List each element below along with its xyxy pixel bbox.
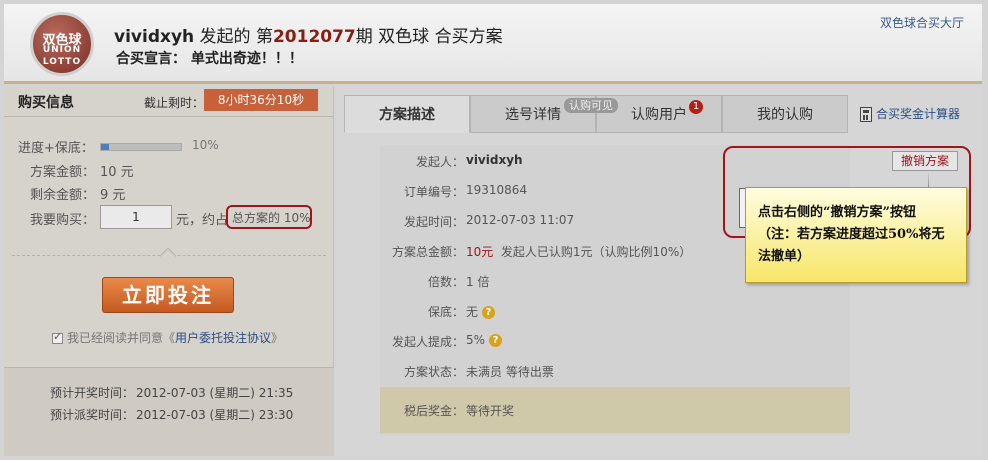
prize-calculator-link[interactable]: 合买奖金计算器 [860,105,960,122]
agree-checkbox[interactable] [52,330,63,344]
detail-value: vividxyh [466,153,523,167]
tab-description[interactable]: 方案描述 [344,95,470,133]
tax-key: 税后奖金： [403,404,464,418]
help-icon[interactable]: ? [482,306,496,319]
remaining-label: 剩余金额： [30,188,96,203]
progress-bar [100,143,182,151]
calculator-label: 合买奖金计算器 [876,107,961,121]
amount-label: 方案金额： [30,165,96,180]
payout-time-label: 预计派奖时间： [50,408,135,422]
detail-value: 5%? [466,333,503,347]
declaration-text: 单式出奇迹！！！ [190,51,303,67]
after-tax-prize-row: 税后奖金： 等待开奖 [380,387,850,433]
callout-line1: 点击右侧的“撤销方案”按钮 [758,205,916,220]
detail-value: 1 倍 [466,275,490,289]
subscriber-count-badge: 1 [689,100,703,114]
initiated-text: 发起的 [199,27,251,47]
calculator-icon [860,107,872,122]
detail-row-guarantee: 保底： 无? [380,295,850,325]
buy-amount-input[interactable] [100,205,172,229]
detail-value: 无? [466,303,496,320]
lottery-name: 双色球 合买方案 [378,27,503,47]
detail-key: 发起时间： [403,215,464,229]
amount-value: 10 元 [100,165,134,180]
detail-key: 发起人提成： [391,335,464,349]
initiator-name: vividxyh [114,27,195,47]
guarantee-value: 无 [466,305,479,319]
issue-suffix: 期 [355,27,373,47]
remaining-value: 9 元 [100,188,126,203]
detail-row-commission: 发起人提成： 5%? [380,325,850,355]
draw-info: 预计开奖时间： 2012-07-03 (星期二) 21:35 预计派奖时间： 2… [4,367,334,456]
divider-notch [159,247,177,265]
progress-fill [101,144,109,150]
page: 双色球 UNION LOTTO vividxyh 发起的 第2012077期 双… [0,0,988,460]
visible-after-subscribe-badge: 认购可见 [564,98,618,113]
union-lotto-logo: 双色球 UNION LOTTO [30,12,94,76]
purchase-panel: 购买信息 截止剩时： 8小时36分10秒 进度+保底： 10% 方案金额： 10… [4,87,334,456]
payout-time-value: 2012-07-03 (星期二) 23:30 [136,408,294,422]
tab-bar: 方案描述 选号详情 认购用户 1 我的认购 认购可见 [344,95,848,133]
highlight-share-circle [226,205,312,229]
commission-value: 5% [466,333,486,347]
progress-text: 10% [192,138,219,152]
total-amount-note: 发起人已认购1元（认购比例10%） [500,245,692,259]
page-title: vividxyh 发起的 第2012077期 双色球 合买方案 [114,22,503,47]
detail-value: 2012-07-03 11:07 [466,213,575,227]
countdown-badge: 8小时36分10秒 [204,89,318,111]
help-icon[interactable]: ? [489,334,503,347]
agreement-link[interactable]: 用户委托投注协议 [175,331,271,345]
agree-suffix: 》 [271,331,284,345]
purchase-title: 购买信息 [18,95,74,111]
detail-key: 倍数： [427,275,464,289]
detail-key: 方案状态： [403,365,464,379]
detail-key: 发起人： [415,155,464,169]
deadline-label: 截止剩时： [144,96,205,110]
detail-row-status: 方案状态： 未满员 等待出票 [380,355,850,385]
callout-pointer [928,172,929,188]
tax-value: 等待开奖 [466,404,515,418]
cancel-hint-callout: 点击右侧的“撤销方案”按钮 （注：若方案进度超过50%将无法撤单） [745,187,967,283]
tab-description-label: 方案描述 [379,107,435,123]
bet-now-button[interactable]: 立即投注 [102,277,234,313]
total-amount: 10元 [466,245,494,259]
declaration: 合买宣言： 单式出奇迹！！！ [116,48,303,68]
tab-my-subscription[interactable]: 我的认购 [722,95,848,133]
detail-value: 19310864 [466,183,528,197]
detail-value: 10元 发起人已认购1元（认购比例10%） [466,243,691,260]
draw-time-label: 预计开奖时间： [50,386,135,400]
logo-line3: LOTTO [42,57,82,67]
issue-number: 2012077 [272,27,356,47]
logo-line2: UNION [42,45,82,55]
agree-prefix: 我已经阅读并同意《 [67,331,176,345]
header: 双色球 UNION LOTTO vividxyh 发起的 第2012077期 双… [4,4,982,84]
detail-key: 保底： [427,305,464,319]
tab-my-subscription-label: 我的认购 [757,107,813,123]
agreement: 我已经阅读并同意《用户委托投注协议》 [52,329,283,346]
tab-number-details-label: 选号详情 [505,107,561,123]
buy-label: 我要购买： [30,213,96,228]
tab-subscribers-label: 认购用户 [631,107,687,123]
callout-line2: （注：若方案进度超过50%将无法撤单） [758,227,945,264]
draw-time-value: 2012-07-03 (星期二) 21:35 [136,386,294,400]
detail-key: 方案总金额： [391,245,464,259]
buy-unit: 元，约占 [176,213,229,228]
issue-prefix: 第 [255,27,273,47]
purchase-panel-header: 购买信息 截止剩时： 8小时36分10秒 [4,87,333,117]
hall-link[interactable]: 双色球合买大厅 [880,14,964,31]
declaration-label: 合买宣言： [116,51,186,67]
detail-key: 订单编号： [403,185,464,199]
cancel-scheme-button[interactable]: 撤销方案 [892,151,958,171]
progress-label: 进度+保底： [18,141,94,156]
detail-value: 未满员 等待出票 [466,365,554,379]
